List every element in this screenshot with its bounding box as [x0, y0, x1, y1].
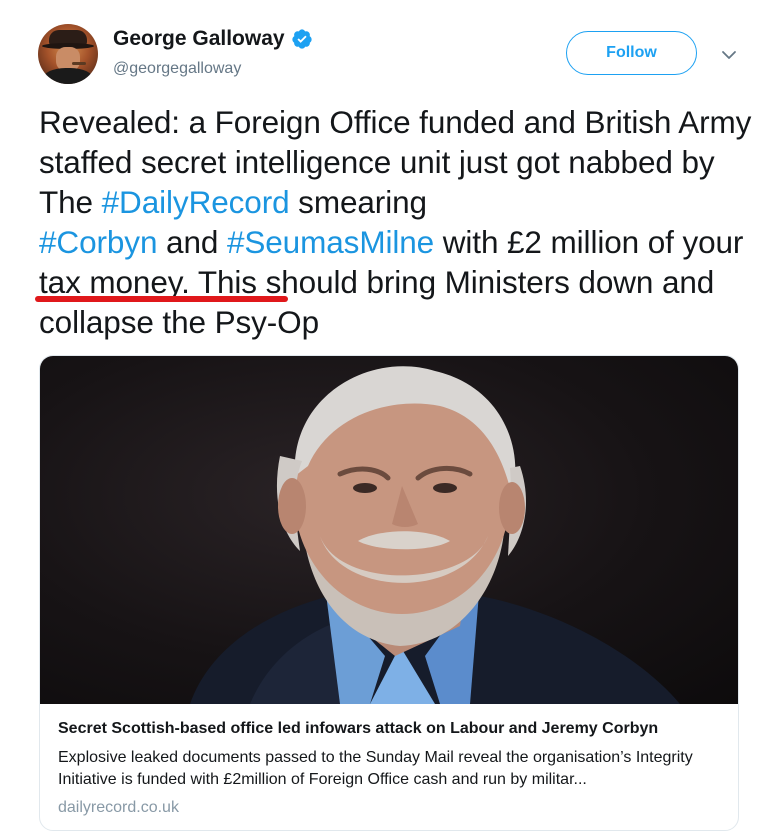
hashtag-seumasmilne-link[interactable]: #SeumasMilne [227, 224, 434, 260]
tweet-text-segment: smearing [289, 184, 427, 220]
hashtag-corbyn-link[interactable]: #Corbyn [39, 224, 157, 260]
tweet: George Galloway @georgegalloway Follow R… [0, 0, 783, 835]
red-underline-annotation [35, 296, 288, 302]
card-body: Secret Scottish-based office led infowar… [40, 704, 738, 819]
author-handle[interactable]: @georgegalloway [113, 60, 241, 78]
tweet-text: Revealed: a Foreign Office funded and Br… [39, 102, 759, 342]
card-title[interactable]: Secret Scottish-based office led infowar… [58, 718, 720, 740]
verified-badge-icon [291, 29, 312, 49]
tweet-text-segment: and [157, 224, 227, 260]
follow-button[interactable]: Follow [566, 31, 697, 75]
author-name-row[interactable]: George Galloway [113, 27, 313, 51]
card-domain: dailyrecord.co.uk [58, 799, 179, 816]
card-description: Explosive leaked documents passed to the… [58, 749, 693, 788]
hashtag-dailyrecord-link[interactable]: #DailyRecord [102, 184, 290, 220]
chevron-down-icon[interactable] [719, 45, 739, 65]
avatar[interactable] [38, 24, 98, 84]
link-card[interactable]: Secret Scottish-based office led infowar… [39, 355, 739, 831]
author-display-name[interactable]: George Galloway [113, 27, 285, 51]
card-image [40, 356, 738, 704]
